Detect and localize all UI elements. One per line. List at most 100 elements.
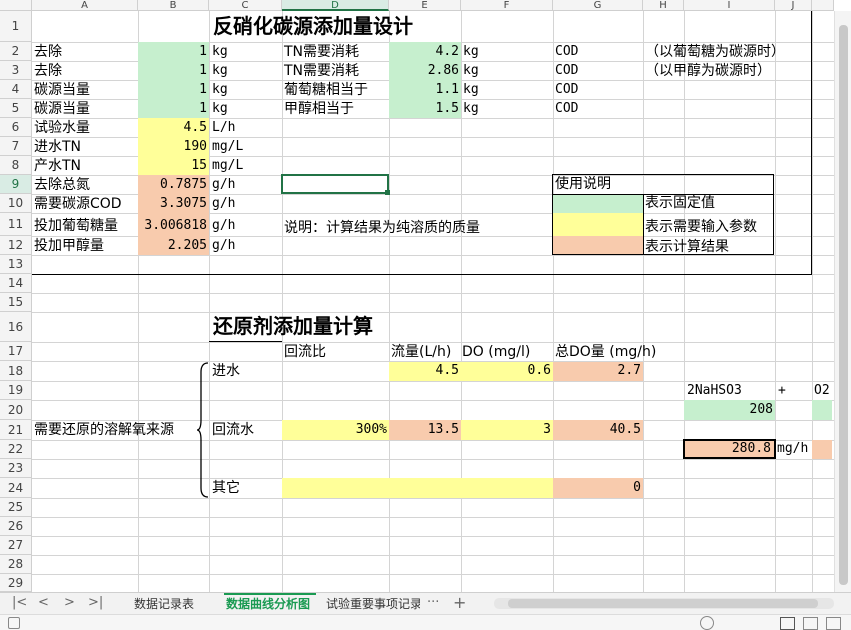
spreadsheet-grid[interactable]: ABCDEFGHIJ 1 2 3 4 5 6 7 8 9 10 11 12 13 14 15 16 17 18 19… [0,0,851,592]
select-all-corner[interactable] [0,0,32,11]
cell-b12: 2.205 [167,238,207,253]
column-header[interactable]: H [643,0,684,11]
row-header[interactable]: 8 [0,156,32,175]
column-header[interactable]: C [209,0,282,11]
gridline [32,459,834,460]
cell-b7: 190 [183,139,207,154]
row-header[interactable]: 25 [0,498,32,517]
section1-border-bottom [32,274,812,275]
last-sheet-button[interactable]: >| [88,595,103,610]
section1-title: 反硝化碳源添加量设计 [213,14,413,38]
row-header[interactable]: 13 [0,255,32,274]
cell-f3: kg [463,63,479,78]
selected-cell-d9[interactable] [281,174,389,194]
active-tab-indicator [224,593,316,595]
column-header[interactable]: B [138,0,209,11]
column-header[interactable]: G [553,0,643,11]
cell-f18: 0.6 [527,363,551,378]
row-header[interactable]: 7 [0,137,32,156]
label-reflux: 回流水 [212,422,254,438]
first-sheet-button[interactable]: |< [12,595,27,610]
legend-title: 使用说明 [555,176,611,192]
row-header[interactable]: 22 [0,440,32,459]
legend-fixed-label: 表示固定值 [645,195,715,211]
status-bar [0,614,851,630]
row-header[interactable]: 19 [0,381,32,400]
column-header[interactable]: J [775,0,812,11]
row-header[interactable]: 18 [0,361,32,381]
cell-c7: mg/L [212,139,244,154]
row-header[interactable]: 26 [0,517,32,536]
cell-c3: kg [212,63,228,78]
normal-view-icon[interactable] [780,617,795,630]
row-header[interactable]: 12 [0,236,32,255]
cell-b3: 1 [199,63,207,78]
add-sheet-button[interactable]: + [453,593,466,612]
row-header[interactable]: 15 [0,293,32,312]
next-sheet-button[interactable]: > [64,595,75,610]
row-header[interactable]: 4 [0,80,32,99]
row-header[interactable]: 11 [0,213,32,236]
cell-d2: TN需要消耗 [284,44,360,60]
formula-plus: + [778,383,786,398]
vertical-scroll-thumb[interactable] [839,25,848,585]
row-header[interactable]: 24 [0,478,32,498]
row-header[interactable]: 17 [0,342,32,361]
row-header[interactable]: 9 [0,175,32,194]
row-header[interactable]: 28 [0,555,32,574]
page-layout-view-icon[interactable] [803,617,818,630]
column-header[interactable]: E [389,0,461,11]
cell-c10: g/h [212,196,236,211]
gridline [32,555,834,556]
cell-a5: 碳源当量 [34,101,90,117]
tab-curve-analysis[interactable]: 数据曲线分析图 [226,595,310,612]
column-header[interactable]: I [684,0,775,11]
fill-handle[interactable] [385,190,390,195]
cell-a4: 碳源当量 [34,82,90,98]
cell-c6: L/h [212,120,236,135]
row-header[interactable]: 5 [0,99,32,118]
header-reflux-ratio: 回流比 [284,344,326,360]
cell-a6: 试验水量 [34,120,90,136]
horizontal-scroll-thumb[interactable] [508,599,818,608]
column-header[interactable]: A [32,0,138,11]
row-header[interactable]: 1 [0,11,32,42]
row-header[interactable]: 20 [0,400,32,420]
cell-d5: 甲醇相当于 [284,101,354,117]
row-header[interactable]: 10 [0,194,32,213]
row-header[interactable]: 27 [0,536,32,555]
row-header[interactable]: 2 [0,42,32,61]
cell-b6: 4.5 [183,120,207,135]
column-header[interactable]: F [461,0,553,11]
tab-important-notes[interactable]: 试验重要事项记录 [326,595,420,612]
horizontal-scrollbar[interactable] [494,598,834,609]
formula-reagent: 2NaHSO3 [687,383,742,398]
page-break-view-icon[interactable] [826,617,841,630]
vertical-scrollbar[interactable] [834,11,851,592]
row-header[interactable]: 14 [0,274,32,293]
row-header[interactable]: 16 [0,312,32,342]
header-do: DO (mg/l) [462,344,531,360]
column-header[interactable]: D [282,0,389,11]
macro-record-icon[interactable] [8,617,20,629]
cell-f2: kg [463,44,479,59]
cell-b5: 1 [199,101,207,116]
row-header[interactable]: 3 [0,61,32,80]
cell-c9: g/h [212,177,236,192]
prev-sheet-button[interactable]: < [38,595,49,610]
more-sheets-button[interactable]: ··· [427,595,439,610]
column-header[interactable] [812,0,834,11]
row-header[interactable]: 29 [0,574,32,592]
cell-a10: 需要碳源COD [34,196,122,212]
row-header[interactable]: 6 [0,118,32,137]
label-other: 其它 [212,480,240,496]
formula-o2: O2 [814,383,830,398]
tab-data-record[interactable]: 数据记录表 [134,595,194,612]
header-total-do: 总DO量 (mg/h) [555,344,657,360]
cell-i22: 280.8 [731,441,771,456]
cell-e2: 4.2 [435,44,459,59]
row-header[interactable]: 21 [0,420,32,440]
cell-g18: 2.7 [617,363,641,378]
eye-protection-icon[interactable] [700,616,714,630]
row-header[interactable]: 23 [0,459,32,478]
